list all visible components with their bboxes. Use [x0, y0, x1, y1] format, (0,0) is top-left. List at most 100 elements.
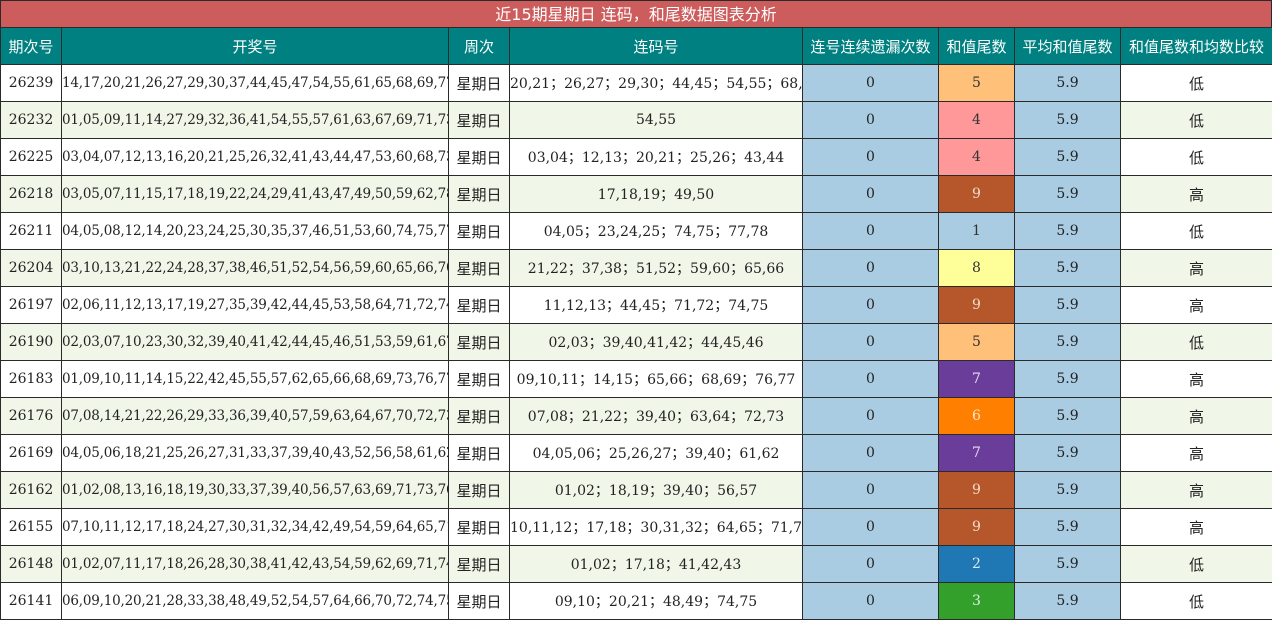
- sum-tail-cell: 1: [938, 212, 1015, 250]
- period-cell: 26141: [0, 582, 62, 620]
- comparison-cell: 高: [1120, 508, 1272, 546]
- weekday-cell: 星期日: [448, 471, 510, 509]
- sum-tail-cell: 9: [938, 508, 1015, 546]
- weekday-cell: 星期日: [448, 545, 510, 583]
- miss-count-cell: 0: [802, 434, 939, 472]
- avg-tail-cell: 5.9: [1014, 397, 1121, 435]
- period-cell: 26239: [0, 64, 62, 102]
- consecutive-numbers-cell: 11,12,13；44,45；71,72；74,75: [509, 286, 803, 324]
- draw-numbers-cell: 07,10,11,12,17,18,24,27,30,31,32,34,42,4…: [61, 508, 449, 546]
- weekday-cell: 星期日: [448, 138, 510, 176]
- avg-tail-cell: 5.9: [1014, 249, 1121, 287]
- table-row: 26169 04,05,06,18,21,25,26,27,31,33,37,39…: [0, 434, 1272, 472]
- period-cell: 26148: [0, 545, 62, 583]
- weekday-cell: 星期日: [448, 582, 510, 620]
- avg-tail-cell: 5.9: [1014, 545, 1121, 583]
- miss-count-cell: 0: [802, 212, 939, 250]
- table-row: 26183 01,09,10,11,14,15,22,42,45,55,57,62…: [0, 360, 1272, 398]
- period-cell: 26183: [0, 360, 62, 398]
- consecutive-numbers-cell: 04,05,06；25,26,27；39,40；61,62: [509, 434, 803, 472]
- table-row: 26141 06,09,10,20,21,28,33,38,48,49,52,54…: [0, 582, 1272, 620]
- draw-numbers-cell: 04,05,08,12,14,20,23,24,25,30,35,37,46,5…: [61, 212, 449, 250]
- weekday-cell: 星期日: [448, 323, 510, 361]
- table-row: 26218 03,05,07,11,15,17,18,19,22,24,29,41…: [0, 175, 1272, 213]
- weekday-cell: 星期日: [448, 508, 510, 546]
- avg-tail-cell: 5.9: [1014, 323, 1121, 361]
- comparison-cell: 低: [1120, 582, 1272, 620]
- miss-count-cell: 0: [802, 323, 939, 361]
- draw-numbers-cell: 02,03,07,10,23,30,32,39,40,41,42,44,45,4…: [61, 323, 449, 361]
- miss-count-cell: 0: [802, 360, 939, 398]
- miss-count-cell: 0: [802, 397, 939, 435]
- table-row: 26225 03,04,07,12,13,16,20,21,25,26,32,41…: [0, 138, 1272, 176]
- weekday-cell: 星期日: [448, 249, 510, 287]
- table-body: 26239 14,17,20,21,26,27,29,30,37,44,45,47…: [0, 64, 1272, 620]
- consecutive-numbers-cell: 02,03；39,40,41,42；44,45,46: [509, 323, 803, 361]
- comparison-cell: 低: [1120, 101, 1272, 139]
- header-sum-tail: 和值尾数: [938, 27, 1015, 65]
- comparison-cell: 高: [1120, 397, 1272, 435]
- period-cell: 26176: [0, 397, 62, 435]
- avg-tail-cell: 5.9: [1014, 471, 1121, 509]
- period-cell: 26218: [0, 175, 62, 213]
- sum-tail-cell: 6: [938, 397, 1015, 435]
- draw-numbers-cell: 01,05,09,11,14,27,29,32,36,41,54,55,57,6…: [61, 101, 449, 139]
- sum-tail-cell: 9: [938, 286, 1015, 324]
- miss-count-cell: 0: [802, 508, 939, 546]
- period-cell: 26232: [0, 101, 62, 139]
- comparison-cell: 高: [1120, 471, 1272, 509]
- miss-count-cell: 0: [802, 64, 939, 102]
- consecutive-numbers-cell: 01,02；17,18；41,42,43: [509, 545, 803, 583]
- miss-count-cell: 0: [802, 101, 939, 139]
- sum-tail-cell: 7: [938, 360, 1015, 398]
- weekday-cell: 星期日: [448, 212, 510, 250]
- avg-tail-cell: 5.9: [1014, 508, 1121, 546]
- table-row: 26239 14,17,20,21,26,27,29,30,37,44,45,47…: [0, 64, 1272, 102]
- miss-count-cell: 0: [802, 249, 939, 287]
- period-cell: 26190: [0, 323, 62, 361]
- draw-numbers-cell: 02,06,11,12,13,17,19,27,35,39,42,44,45,5…: [61, 286, 449, 324]
- consecutive-numbers-cell: 09,10,11；14,15；65,66；68,69；76,77: [509, 360, 803, 398]
- draw-numbers-cell: 03,10,13,21,22,24,28,37,38,46,51,52,54,5…: [61, 249, 449, 287]
- draw-numbers-cell: 04,05,06,18,21,25,26,27,31,33,37,39,40,4…: [61, 434, 449, 472]
- comparison-cell: 低: [1120, 545, 1272, 583]
- weekday-cell: 星期日: [448, 397, 510, 435]
- miss-count-cell: 0: [802, 138, 939, 176]
- consecutive-numbers-cell: 21,22；37,38；51,52；59,60；65,66: [509, 249, 803, 287]
- sum-tail-cell: 8: [938, 249, 1015, 287]
- table-row: 26197 02,06,11,12,13,17,19,27,35,39,42,44…: [0, 286, 1272, 324]
- comparison-cell: 低: [1120, 323, 1272, 361]
- sum-tail-cell: 9: [938, 471, 1015, 509]
- weekday-cell: 星期日: [448, 286, 510, 324]
- period-cell: 26197: [0, 286, 62, 324]
- draw-numbers-cell: 01,02,07,11,17,18,26,28,30,38,41,42,43,5…: [61, 545, 449, 583]
- header-period: 期次号: [0, 27, 62, 65]
- comparison-cell: 低: [1120, 212, 1272, 250]
- draw-numbers-cell: 01,02,08,13,16,18,19,30,33,37,39,40,56,5…: [61, 471, 449, 509]
- avg-tail-cell: 5.9: [1014, 64, 1121, 102]
- table-row: 26232 01,05,09,11,14,27,29,32,36,41,54,55…: [0, 101, 1272, 139]
- period-cell: 26169: [0, 434, 62, 472]
- period-cell: 26204: [0, 249, 62, 287]
- sum-tail-cell: 4: [938, 101, 1015, 139]
- period-cell: 26225: [0, 138, 62, 176]
- comparison-cell: 高: [1120, 175, 1272, 213]
- draw-numbers-cell: 14,17,20,21,26,27,29,30,37,44,45,47,54,5…: [61, 64, 449, 102]
- consecutive-numbers-cell: 07,08；21,22；39,40；63,64；72,73: [509, 397, 803, 435]
- miss-count-cell: 0: [802, 175, 939, 213]
- table-row: 26148 01,02,07,11,17,18,26,28,30,38,41,42…: [0, 545, 1272, 583]
- draw-numbers-cell: 03,05,07,11,15,17,18,19,22,24,29,41,43,4…: [61, 175, 449, 213]
- table-row: 26211 04,05,08,12,14,20,23,24,25,30,35,37…: [0, 212, 1272, 250]
- avg-tail-cell: 5.9: [1014, 138, 1121, 176]
- sum-tail-cell: 4: [938, 138, 1015, 176]
- consecutive-numbers-cell: 04,05；23,24,25；74,75；77,78: [509, 212, 803, 250]
- consecutive-numbers-cell: 20,21；26,27；29,30；44,45；54,55；68,69: [509, 64, 803, 102]
- miss-count-cell: 0: [802, 545, 939, 583]
- period-cell: 26211: [0, 212, 62, 250]
- avg-tail-cell: 5.9: [1014, 360, 1121, 398]
- draw-numbers-cell: 03,04,07,12,13,16,20,21,25,26,32,41,43,4…: [61, 138, 449, 176]
- sum-tail-cell: 5: [938, 64, 1015, 102]
- table-row: 26155 07,10,11,12,17,18,24,27,30,31,32,34…: [0, 508, 1272, 546]
- header-avg-tail: 平均和值尾数: [1014, 27, 1121, 65]
- header-miss-count: 连号连续遗漏次数: [802, 27, 939, 65]
